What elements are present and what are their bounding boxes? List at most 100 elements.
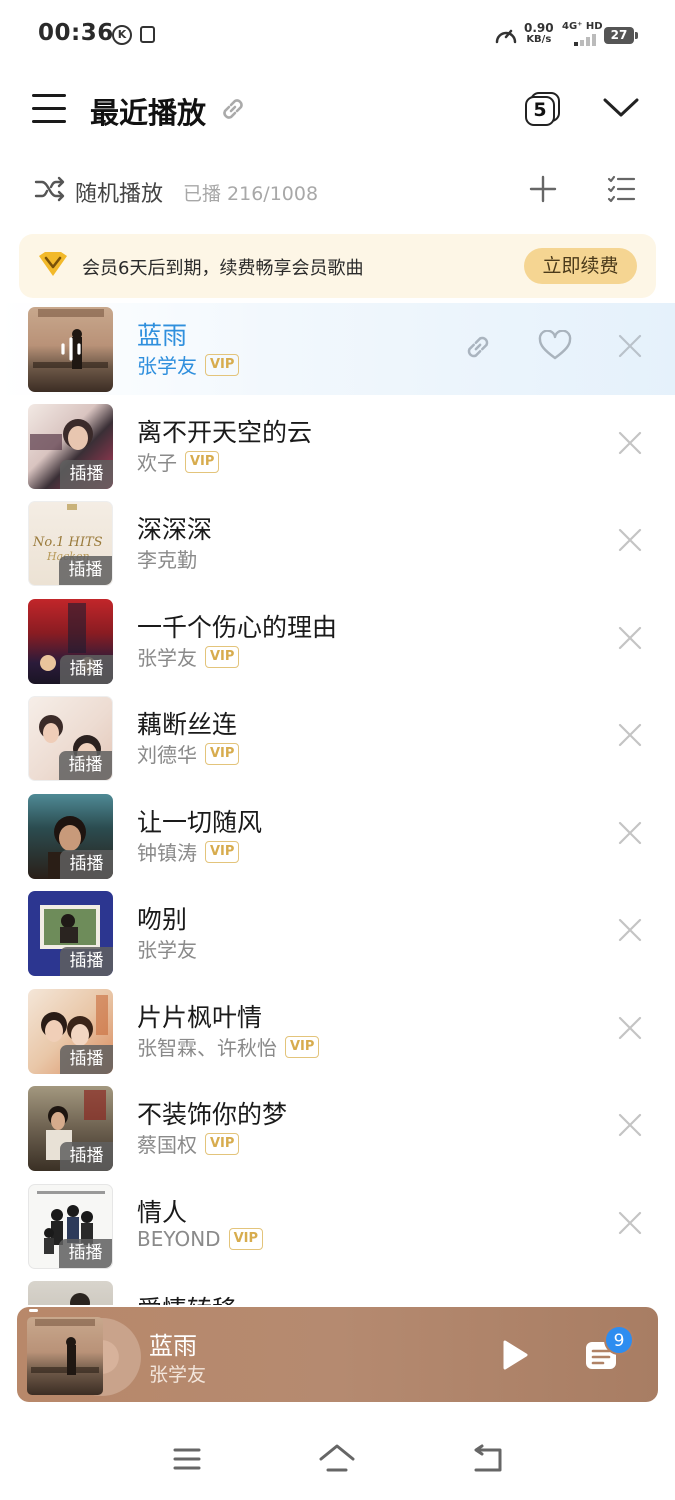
song-row[interactable]: No.1 HITS Hacken 插播 深深深 李克勤 xyxy=(0,497,675,589)
menu-button[interactable] xyxy=(32,90,66,126)
close-icon[interactable] xyxy=(618,528,642,552)
song-title: 离不开天空的云 xyxy=(137,418,313,447)
song-artist: 欢子 xyxy=(137,451,177,475)
song-row[interactable]: 插播 让一切随风 钟镇涛 VIP xyxy=(0,790,675,882)
song-row[interactable]: 插播 一千个伤心的理由 张学友 VIP xyxy=(0,595,675,687)
vip-tag: VIP xyxy=(228,1228,264,1250)
multi-select-icon[interactable] xyxy=(606,174,636,204)
song-artist: 钟镇涛 xyxy=(137,841,197,865)
queue-count-button[interactable]: 5 xyxy=(524,92,562,126)
song-artist: 张智霖、许秋怡 xyxy=(137,1036,277,1060)
song-title: 情人 xyxy=(137,1198,188,1227)
insert-play-badge: 插播 xyxy=(60,1045,113,1074)
album-cover: 插播 xyxy=(28,1184,113,1269)
insert-play-badge: 插播 xyxy=(60,655,113,684)
album-cover: 插播 xyxy=(28,696,113,781)
speed-value: 0.90 xyxy=(524,21,554,35)
close-icon[interactable] xyxy=(618,918,642,942)
heart-icon[interactable] xyxy=(538,330,572,362)
shuffle-play-button[interactable]: 随机播放 xyxy=(75,176,163,208)
player-song-artist: 张学友 xyxy=(149,1364,207,1386)
vip-diamond-icon xyxy=(39,252,67,276)
album-cover xyxy=(28,1281,113,1305)
song-artist: BEYOND xyxy=(137,1227,221,1251)
network-speed: 0.90 KB/s xyxy=(524,22,554,46)
speedometer-icon xyxy=(495,29,517,44)
insert-play-badge: 插播 xyxy=(60,1142,113,1171)
player-song-title: 蓝雨 xyxy=(149,1332,197,1360)
close-icon[interactable] xyxy=(618,1113,642,1137)
player-cover xyxy=(27,1315,141,1397)
close-icon[interactable] xyxy=(618,431,642,455)
song-row[interactable]: 插播 不装饰你的梦 蔡国权 VIP xyxy=(0,1082,675,1174)
shuffle-icon[interactable] xyxy=(34,175,66,203)
song-list: 蓝雨 张学友 VIP 插播 离不开天空的云 欢子 VIP No.1 HITS 插… xyxy=(0,303,675,1305)
song-row[interactable]: 插播 藕断丝连 刘德华 VIP xyxy=(0,692,675,784)
song-title: 一千个伤心的理由 xyxy=(137,613,338,642)
nav-home-icon[interactable] xyxy=(318,1443,356,1473)
vip-tag: VIP xyxy=(205,840,240,863)
insert-play-badge: 插播 xyxy=(60,460,113,489)
chevron-down-icon[interactable] xyxy=(602,96,640,120)
vip-tag: VIP xyxy=(205,353,240,376)
nav-menu-icon[interactable] xyxy=(172,1446,202,1472)
queue-count-badge: 9 xyxy=(604,1325,634,1355)
nav-back-icon[interactable] xyxy=(470,1444,506,1474)
song-row-playing[interactable]: 蓝雨 张学友 VIP xyxy=(0,303,675,395)
link-icon[interactable] xyxy=(462,331,494,363)
song-artist: 张学友 xyxy=(137,646,197,670)
album-cover xyxy=(28,307,113,392)
signal-icon xyxy=(574,34,596,46)
battery-icon: 27 xyxy=(604,27,638,44)
close-icon[interactable] xyxy=(618,1211,642,1235)
song-row[interactable]: 插播 吻别 张学友 xyxy=(0,887,675,979)
status-bar: 00:36 K 0.90 KB/s 4G⁺ HD 27 xyxy=(0,0,675,70)
song-artist: 李克勤 xyxy=(137,548,197,572)
close-icon[interactable] xyxy=(618,821,642,845)
mini-player[interactable]: 蓝雨 张学友 9 xyxy=(17,1307,658,1402)
insert-play-badge: 插播 xyxy=(59,751,112,780)
close-icon[interactable] xyxy=(618,626,642,650)
song-row[interactable]: 爱情转移 xyxy=(0,1277,675,1305)
insert-play-badge: 插播 xyxy=(59,1239,112,1268)
song-artist: 张学友 xyxy=(137,938,197,962)
song-artist: 蔡国权 xyxy=(137,1133,197,1157)
vip-tag: VIP xyxy=(205,1132,240,1155)
renew-button[interactable]: 立即续费 xyxy=(524,248,637,284)
insert-play-badge: 插播 xyxy=(59,556,112,585)
vip-tag: VIP xyxy=(205,742,240,765)
song-title: 让一切随风 xyxy=(137,808,263,837)
song-row[interactable]: 插播 片片枫叶情 张智霖、许秋怡 VIP xyxy=(0,985,675,1077)
song-title: 片片枫叶情 xyxy=(137,1003,263,1032)
song-row[interactable]: 插播 离不开天空的云 欢子 VIP xyxy=(0,400,675,492)
insert-play-badge: 插播 xyxy=(60,947,113,976)
network-type: 4G⁺ HD xyxy=(562,21,603,32)
queue-count: 5 xyxy=(525,96,555,126)
page-title: 最近播放 xyxy=(90,96,207,130)
svg-text:No.1 HITS: No.1 HITS xyxy=(32,535,103,550)
now-playing-wave-icon xyxy=(61,337,81,361)
add-icon[interactable] xyxy=(528,174,558,204)
album-cover: 插播 xyxy=(28,794,113,879)
song-title: 深深深 xyxy=(137,515,213,544)
song-artist: 刘德华 xyxy=(137,743,197,767)
close-icon[interactable] xyxy=(618,723,642,747)
notification-icon xyxy=(140,26,155,43)
vip-tag: VIP xyxy=(205,645,240,668)
album-cover: 插播 xyxy=(28,891,113,976)
close-icon[interactable] xyxy=(618,1016,642,1040)
song-title: 吻别 xyxy=(137,905,188,934)
close-icon[interactable] xyxy=(618,334,642,358)
play-icon[interactable] xyxy=(501,1339,529,1371)
link-icon[interactable] xyxy=(218,94,248,124)
song-row[interactable]: 插播 情人 BEYOND VIP xyxy=(0,1180,675,1272)
vip-tag: VIP xyxy=(285,1035,320,1058)
song-title: 蓝雨 xyxy=(137,321,188,350)
vip-expiry-banner: 会员6天后到期，续费畅享会员歌曲 立即续费 xyxy=(19,234,656,298)
album-cover: 插播 xyxy=(28,989,113,1074)
progress-indicator xyxy=(29,1309,38,1312)
album-cover: No.1 HITS Hacken 插播 xyxy=(28,501,113,586)
played-count: 已播 216/1008 xyxy=(183,183,319,205)
vip-expiry-text: 会员6天后到期，续费畅享会员歌曲 xyxy=(82,258,364,279)
song-title: 爱情转移 xyxy=(137,1290,237,1305)
